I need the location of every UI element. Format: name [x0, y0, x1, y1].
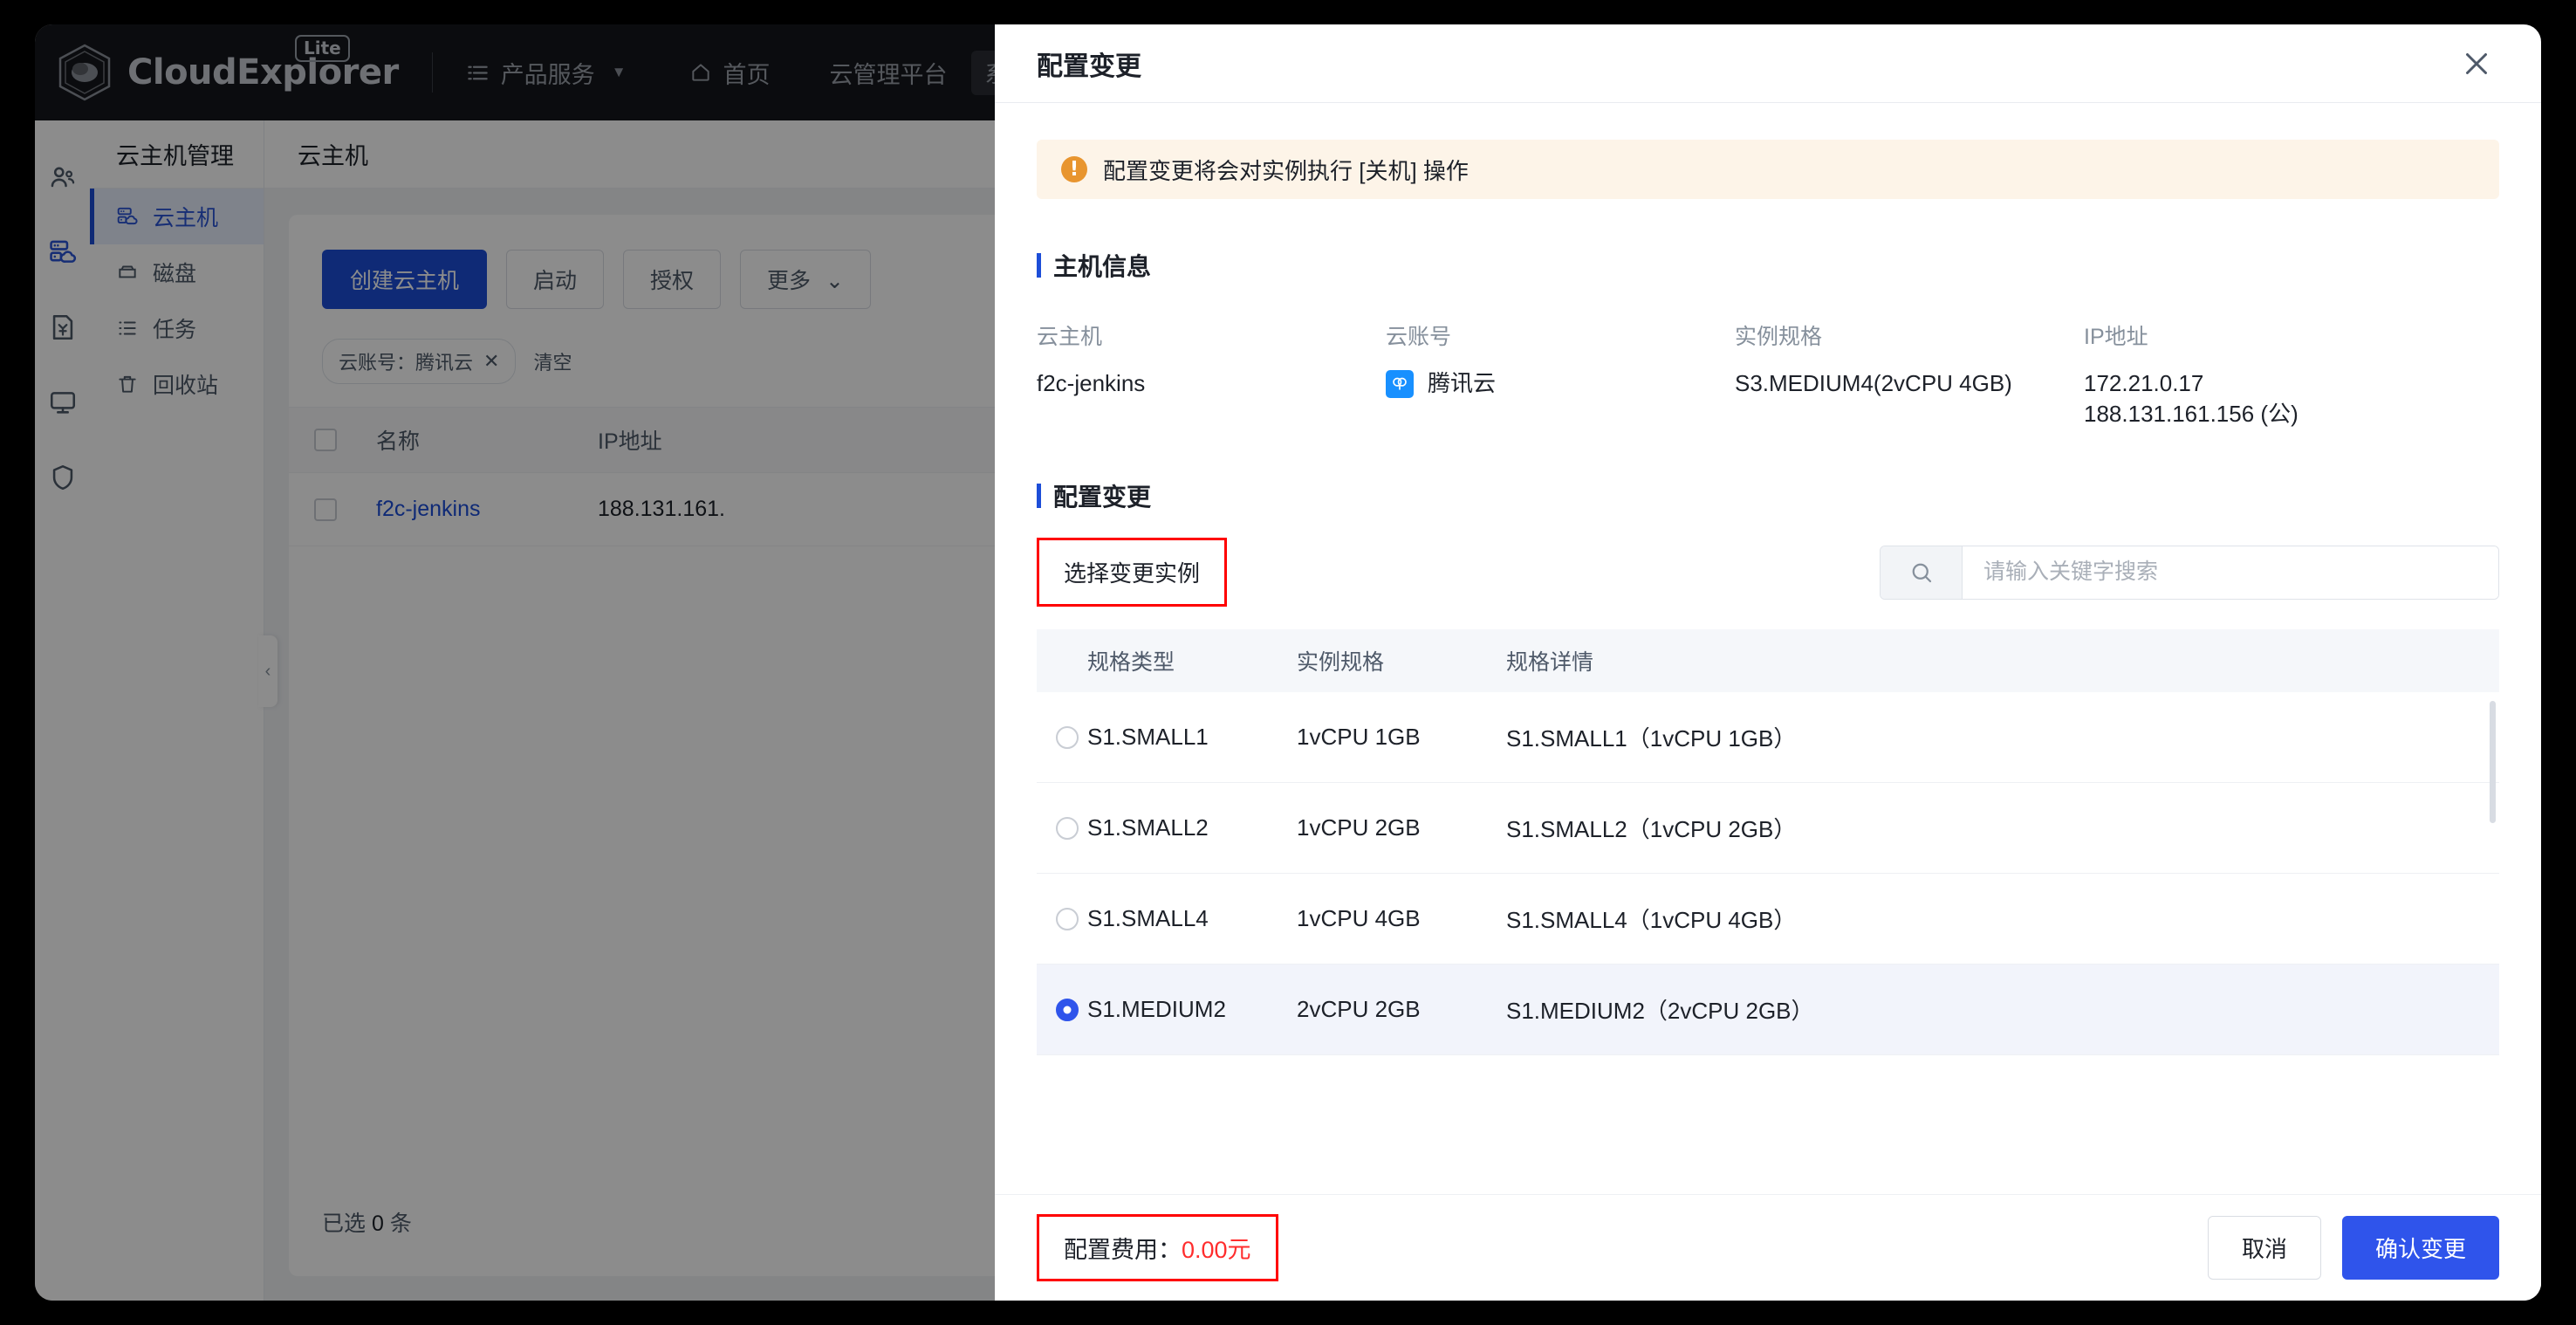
- host-info-field-instance-spec: 实例规格 S3.MEDIUM4(2vCPU 4GB): [1735, 319, 2084, 429]
- spec-type-value: S1.SMALL2: [1087, 814, 1209, 841]
- exclamation-icon: !: [1061, 156, 1087, 182]
- modal-footer: 配置费用：0.00元 取消 确认变更: [995, 1194, 2541, 1301]
- spec-detail-value: S1.MEDIUM2（2vCPU 2GB）: [1506, 998, 1814, 1025]
- search-icon: [1912, 563, 1931, 582]
- spec-spec-value: 1vCPU 1GB: [1297, 724, 1421, 751]
- spec-search-box: [1880, 545, 2499, 600]
- host-info-grid: 云主机 f2c-jenkins 云账号 腾讯云 实例规格 S3.MEDIUM4(…: [1037, 319, 2499, 429]
- spec-table-row-selected[interactable]: S1.MEDIUM2 2vCPU 2GB S1.MEDIUM2（2vCPU 2G…: [1037, 965, 2499, 1056]
- spec-spec-value: 2vCPU 2GB: [1297, 996, 1421, 1023]
- config-change-title-label: 配置变更: [1053, 484, 1152, 511]
- field-label: 云主机: [1037, 325, 1103, 349]
- column-instance-spec: 实例规格: [1297, 650, 1385, 676]
- spec-table-row[interactable]: S1.SMALL4 1vCPU 4GB S1.SMALL4（1vCPU 4GB）: [1037, 874, 2499, 965]
- spec-type-value: S1.SMALL1: [1087, 724, 1209, 751]
- config-fee-box: 配置费用：0.00元: [1037, 1214, 1278, 1281]
- spec-detail-value: S1.SMALL4（1vCPU 4GB）: [1506, 907, 1797, 934]
- section-accent-bar: [1037, 484, 1041, 509]
- config-change-section-title: 配置变更: [1037, 478, 2499, 513]
- host-info-section-title: 主机信息: [1037, 248, 2499, 283]
- spec-detail-value: S1.SMALL2（1vCPU 2GB）: [1506, 816, 1797, 843]
- section-accent-bar: [1037, 253, 1041, 278]
- host-info-field-cloud-host: 云主机 f2c-jenkins: [1037, 319, 1386, 429]
- spec-table: 规格类型 实例规格 规格详情 S1.SMALL1 1vCPU 1GB S1.SM…: [1037, 629, 2499, 1083]
- spec-table-row[interactable]: S1.SMALL2 1vCPU 2GB S1.SMALL2（1vCPU 2GB）: [1037, 783, 2499, 875]
- spec-radio[interactable]: [1037, 816, 1087, 840]
- column-spec-detail: 规格详情: [1506, 650, 1594, 676]
- field-label: 实例规格: [1735, 325, 1823, 349]
- spec-table-scrollbar[interactable]: [2490, 701, 2496, 824]
- field-label: 云账号: [1386, 325, 1452, 349]
- spec-radio[interactable]: [1037, 725, 1087, 749]
- field-value-wrap: 腾讯云: [1386, 368, 1735, 399]
- field-value-private-ip: 172.21.0.17: [2084, 370, 2204, 396]
- spec-table-row[interactable]: S1.SMALL1 1vCPU 1GB S1.SMALL1（1vCPU 1GB）: [1037, 692, 2499, 784]
- modal-footer-buttons: 取消 确认变更: [2207, 1216, 2499, 1280]
- config-change-modal: 配置变更 ! 配置变更将会对实例执行 [关机] 操作 主机信息 云主机 f2c-…: [995, 24, 2541, 1301]
- spec-type-value: S1.MEDIUM2: [1087, 996, 1226, 1023]
- modal-title: 配置变更: [1037, 51, 1141, 81]
- host-info-title-label: 主机信息: [1053, 253, 1152, 280]
- host-info-field-ip-address: IP地址 172.21.0.17 188.131.161.156 (公): [2084, 319, 2299, 429]
- config-fee-label: 配置费用：: [1064, 1237, 1182, 1263]
- spec-table-row[interactable]: S1.MEDIUM4 2vCPU 4GB S1.MEDIUM4（2vCPU 4G…: [1037, 1055, 2499, 1083]
- tencent-cloud-icon: [1386, 369, 1414, 398]
- spec-detail-value: S1.SMALL1（1vCPU 1GB）: [1506, 725, 1797, 752]
- field-label: IP地址: [2084, 325, 2148, 349]
- spec-radio[interactable]: [1037, 907, 1087, 930]
- spec-table-header: 规格类型 实例规格 规格详情: [1037, 629, 2499, 693]
- column-spec-type: 规格类型: [1087, 650, 1175, 676]
- select-instance-row: 选择变更实例: [1037, 538, 2499, 608]
- spec-spec-value: 1vCPU 4GB: [1297, 905, 1421, 932]
- field-value: S3.MEDIUM4(2vCPU 4GB): [1735, 370, 2012, 396]
- confirm-change-button[interactable]: 确认变更: [2341, 1216, 2499, 1280]
- spec-radio-selected[interactable]: [1037, 998, 1087, 1021]
- modal-header: 配置变更: [995, 24, 2541, 103]
- warning-banner: ! 配置变更将会对实例执行 [关机] 操作: [1037, 140, 2499, 199]
- spec-type-value: S1.SMALL4: [1087, 905, 1209, 932]
- config-fee-amount: 0.00元: [1182, 1237, 1251, 1263]
- cancel-button[interactable]: 取消: [2207, 1216, 2321, 1280]
- close-icon[interactable]: [2461, 48, 2492, 79]
- field-value: 腾讯云: [1428, 370, 1497, 396]
- field-value: f2c-jenkins: [1037, 370, 1146, 396]
- search-input[interactable]: [1963, 546, 2498, 599]
- spec-spec-value: 1vCPU 2GB: [1297, 814, 1421, 841]
- host-info-field-cloud-account: 云账号 腾讯云: [1386, 319, 1735, 429]
- search-button[interactable]: [1881, 546, 1963, 599]
- modal-body: ! 配置变更将会对实例执行 [关机] 操作 主机信息 云主机 f2c-jenki…: [995, 103, 2541, 1194]
- select-instance-label: 选择变更实例: [1037, 538, 1228, 608]
- warning-text: 配置变更将会对实例执行 [关机] 操作: [1103, 157, 1469, 184]
- field-value-public-ip: 188.131.161.156 (公): [2084, 401, 2299, 428]
